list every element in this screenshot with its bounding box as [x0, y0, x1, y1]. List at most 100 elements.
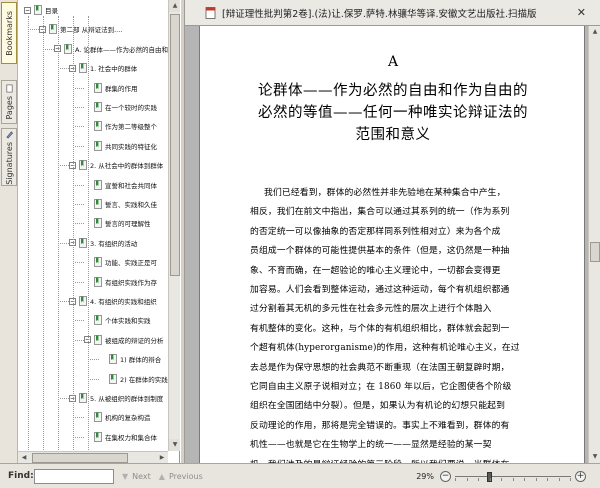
- document-scroll-thumb[interactable]: [590, 242, 600, 262]
- scroll-down-icon[interactable]: ▼: [589, 451, 600, 463]
- bookmark-item[interactable]: 在一个较时的实践: [84, 101, 157, 113]
- bookmark-icon: [94, 334, 102, 345]
- bookmark-label: 共同实践的特征化: [105, 142, 157, 151]
- bookmark-icon: [79, 296, 87, 306]
- tree-connector: [60, 68, 69, 70]
- zoom-slider-tick: [558, 477, 560, 481]
- bookmark-item[interactable]: −1. 社会中的群体: [69, 62, 137, 74]
- bookmark-item[interactable]: 2) 在群体的实践: [99, 373, 168, 385]
- tree-connector: [75, 107, 84, 108]
- bookmark-item[interactable]: − 第二部 从辩证法到....: [39, 23, 122, 35]
- bookmark-icon: [94, 257, 102, 268]
- bookmark-icon: [79, 237, 87, 248]
- bookmark-item[interactable]: 1) 群体的辩合: [99, 353, 161, 365]
- section-letter: A: [387, 54, 399, 70]
- body-text-line: 过分割着其无机的多元性在社会多元性的层次上进行个体融入: [250, 304, 492, 315]
- bookmark-item[interactable]: −4. 有组织的实践和组织: [69, 295, 157, 307]
- tree-connector: [60, 398, 69, 399]
- bookmark-item[interactable]: −3. 有组织的活动: [69, 237, 137, 249]
- tab-pages[interactable]: Pages: [1, 80, 17, 124]
- bookmark-item[interactable]: 在集权力和集合体: [84, 431, 157, 443]
- bookmark-item[interactable]: 作为第二等级整个: [84, 120, 157, 132]
- zoom-out-icon[interactable]: −: [440, 470, 451, 482]
- body-text-line: 有机整体的变化。这种，与个体的有机组织相比，群体就会起到一: [250, 323, 510, 334]
- bookmark-item[interactable]: 个体实践和实践: [84, 314, 151, 326]
- tab-bookmarks[interactable]: Bookmarks: [1, 2, 17, 64]
- tree-guide-line: [43, 16, 44, 456]
- bookmark-item[interactable]: −2. 从社会中的群体到群体: [69, 159, 163, 171]
- bookmark-label: 第二部 从辩证法到....: [60, 26, 123, 35]
- bookmark-label: 2) 在群体的实践: [120, 375, 168, 384]
- bookmark-item[interactable]: 有组织实践作为存: [84, 276, 157, 288]
- bookmark-item[interactable]: − 目录: [24, 4, 58, 16]
- zoom-slider-tick: [478, 477, 479, 481]
- collapse-toggle-icon[interactable]: −: [24, 6, 31, 14]
- tree-scroll-thumb[interactable]: [170, 14, 180, 276]
- body-text-line: 员组成一个群体的可能性提供基本的条件（但是，这仍然是一种抽: [250, 246, 510, 257]
- scroll-up-icon[interactable]: ▲: [589, 26, 600, 38]
- zoom-slider[interactable]: [455, 471, 571, 482]
- tree-connector: [90, 359, 99, 361]
- bookmark-icon: [94, 315, 102, 326]
- tree-connector: [75, 262, 84, 264]
- zoom-value[interactable]: 29%: [416, 472, 434, 481]
- bookmark-label: 功能、实践正是可: [105, 259, 157, 268]
- tree-connector: [75, 436, 84, 438]
- bookmark-item[interactable]: −5. 从被组织的群体到制度: [69, 392, 163, 404]
- bookmark-item[interactable]: − A. 论群体——作为必然的自由和: [54, 43, 168, 55]
- find-label: Find:: [8, 471, 34, 481]
- bookmark-icon: [64, 43, 72, 54]
- tree-guide-line: [73, 16, 74, 456]
- bookmark-label: 机构的复杂构造: [105, 414, 151, 423]
- body-text-line: 我们已经看到，群体的必然性并非先验地在某种集合中产生，: [264, 188, 506, 198]
- tree-connector: [75, 145, 84, 147]
- find-input[interactable]: [34, 468, 114, 484]
- tree-connector: [30, 29, 39, 31]
- document-header: [辩证理性批判第2卷].(法)让.保罗.萨特.林骧华等译.安徽文艺出版社.扫描版…: [185, 0, 600, 26]
- bookmark-item[interactable]: 誓言、实践和久佳: [84, 198, 157, 210]
- bookmark-item[interactable]: 共同实践的特征化: [84, 140, 157, 152]
- bookmark-icon: [94, 140, 102, 151]
- bookmark-label: 个体实践和实践: [105, 317, 151, 326]
- bookmark-item[interactable]: 功能、实践正是可: [84, 256, 157, 268]
- tree-connector: [75, 339, 84, 341]
- tree-guide-line: [28, 16, 29, 456]
- pages-icon: [5, 84, 13, 93]
- body-text-line: 组织在全国团结中分裂）。但是，如果认为有机论的幻想只能起到: [250, 401, 506, 412]
- zoom-in-icon[interactable]: +: [575, 470, 586, 482]
- tree-vertical-scrollbar[interactable]: ▲ ▼: [168, 0, 181, 451]
- tree-hscroll-thumb[interactable]: [32, 453, 128, 463]
- bookmark-icon: [94, 102, 102, 112]
- bookmark-label: 被组成的辩证的分析: [105, 336, 164, 345]
- tab-pages-label: Pages: [4, 96, 14, 120]
- bookmark-item[interactable]: 机构的复杂构造: [84, 411, 151, 423]
- find-next-button[interactable]: ▼ Next: [122, 472, 151, 481]
- tab-signatures[interactable]: Signatures: [1, 128, 17, 186]
- zoom-slider-tick: [535, 477, 537, 481]
- bookmark-label: 在一个较时的实践: [105, 104, 157, 112]
- bookmark-item[interactable]: 誓言的可理解性: [84, 217, 151, 229]
- bookmark-icon: [94, 82, 102, 93]
- bookmark-item[interactable]: 宣誓和社会共同体: [84, 179, 157, 191]
- close-icon[interactable]: ✕: [577, 6, 586, 19]
- bookmark-label: 1) 群体的辩合: [120, 356, 162, 365]
- bookmark-item[interactable]: − 被组成的辩证的分析: [84, 334, 164, 346]
- body-text-line: 它同自由主义原子说相对立；在 1860 年以后，它企图使各个阶级: [250, 382, 512, 392]
- bookmark-label: 1. 社会中的群体: [90, 65, 138, 74]
- body-text-line: 机性——也就是它在生物学上的统一——显然是经验的某一契: [250, 440, 492, 451]
- body-text-line: 象、不育而确，在一超验论的唯心主义理论中，一切都会变得更: [250, 265, 501, 276]
- pdf-page[interactable]: A 论群体——作为必然的自由和作为自由的 必然的等值——任何一种唯实论辩证法的 范围…: [199, 26, 585, 463]
- side-tab-strip: Bookmarks Pages Signatures: [0, 0, 18, 463]
- bookmark-icon: [109, 354, 117, 365]
- bookmark-icon: [49, 24, 57, 35]
- bookmark-icon: [79, 393, 87, 403]
- find-previous-button[interactable]: ▲ Previous: [159, 472, 203, 481]
- zoom-slider-tick: [489, 477, 491, 481]
- bookmark-item[interactable]: 群集的作用: [84, 82, 138, 94]
- tree-horizontal-scrollbar[interactable]: ◀ ▶: [18, 451, 168, 463]
- arrow-down-icon: ▼: [122, 471, 129, 481]
- zoom-slider-tick: [547, 477, 548, 481]
- tree-connector: [75, 126, 84, 128]
- bookmark-label: 5. 从被组织的群体到制度: [90, 395, 164, 403]
- document-vertical-scrollbar[interactable]: ▲ ▼: [588, 26, 600, 463]
